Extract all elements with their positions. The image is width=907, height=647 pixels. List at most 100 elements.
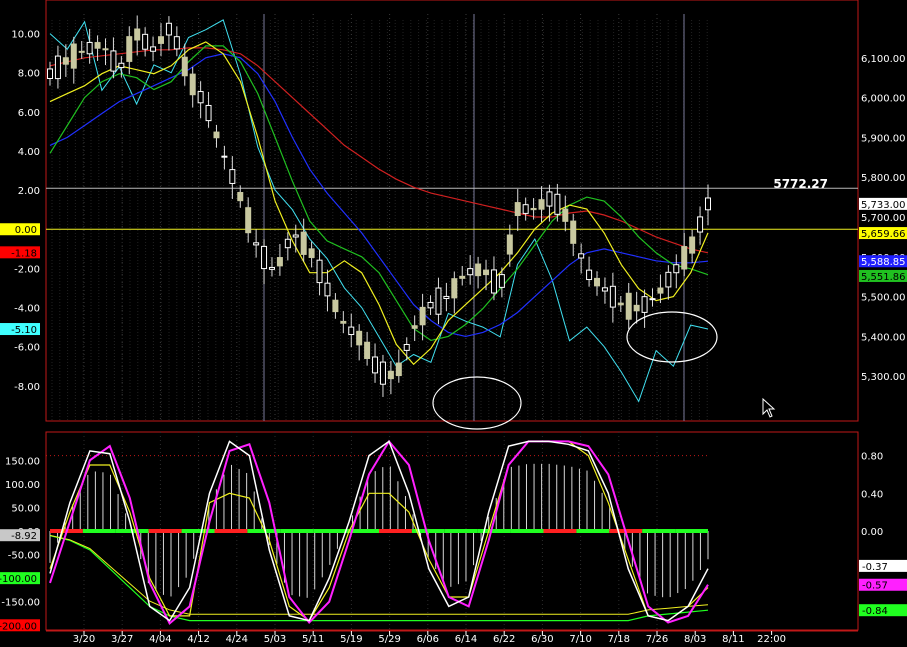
left-value-marker-label: -5.10 bbox=[11, 325, 37, 336]
price-left-tick-label: -6.00 bbox=[14, 343, 40, 354]
candle-body bbox=[261, 245, 268, 270]
candle-body bbox=[554, 193, 561, 215]
candle-body bbox=[387, 370, 394, 380]
candle-body bbox=[276, 257, 283, 267]
candle-body bbox=[538, 199, 545, 210]
candle-body bbox=[530, 207, 537, 211]
candle-body bbox=[47, 68, 53, 79]
candle-body bbox=[324, 282, 331, 297]
candle-body bbox=[490, 269, 497, 294]
candle-body bbox=[356, 330, 363, 346]
candle-body bbox=[237, 192, 244, 202]
candle-body bbox=[570, 220, 577, 244]
candle-body bbox=[403, 343, 410, 351]
candle-body bbox=[118, 62, 125, 69]
price-left-tick-label: -2.00 bbox=[14, 264, 40, 275]
candle-body bbox=[601, 287, 608, 292]
x-tick-label: 22:00 bbox=[757, 634, 786, 645]
candle-body bbox=[705, 197, 711, 211]
x-tick-label: 4/12 bbox=[187, 634, 209, 645]
candle-body bbox=[348, 326, 355, 336]
candle-body bbox=[506, 234, 513, 255]
candle-body bbox=[142, 33, 149, 50]
x-tick-label: 6/14 bbox=[455, 634, 477, 645]
candle-body bbox=[102, 48, 109, 51]
stoch-right-tick-label: 0.80 bbox=[861, 452, 883, 463]
price-right-axis: 6,100.00 6,000.00 5,900.00 5,800.00 5,700.00… bbox=[861, 54, 906, 383]
candle-body bbox=[165, 22, 172, 36]
candle-body bbox=[316, 259, 323, 284]
candle-body bbox=[340, 320, 347, 324]
candle-body bbox=[451, 278, 458, 299]
candle-body bbox=[665, 271, 672, 288]
stoch-left-tick-label: -150.00 bbox=[1, 598, 40, 609]
price-right-tick-label: 5,400.00 bbox=[861, 332, 906, 343]
candle-body bbox=[78, 50, 85, 53]
candle-body bbox=[435, 287, 442, 315]
price-right-tick-label: 5,900.00 bbox=[861, 133, 906, 144]
x-tick-label: 5/29 bbox=[378, 634, 400, 645]
x-tick-label: 4/24 bbox=[226, 634, 248, 645]
candle-body bbox=[268, 266, 275, 270]
candle-body bbox=[110, 50, 117, 72]
stoch-right-value-marker-label: -0.84 bbox=[862, 606, 888, 617]
x-tick-label: 3/20 bbox=[73, 634, 95, 645]
x-tick-label: 6/22 bbox=[493, 634, 515, 645]
x-tick-label: 8/03 bbox=[684, 634, 706, 645]
candle-body bbox=[617, 302, 624, 306]
candle-body bbox=[62, 57, 69, 65]
price-left-tick-label: -8.00 bbox=[14, 382, 40, 393]
candle-body bbox=[498, 274, 505, 288]
candle-body bbox=[681, 246, 688, 270]
x-tick-label: 3/27 bbox=[111, 634, 133, 645]
stoch-right-tick-label: 0.40 bbox=[861, 489, 883, 500]
stoch-left-value-marker-label: -8.92 bbox=[11, 531, 37, 542]
candle-body bbox=[245, 207, 252, 234]
x-tick-label: 5/19 bbox=[340, 634, 362, 645]
candle-body bbox=[522, 204, 529, 214]
stoch-right-value-marker-label: -0.37 bbox=[862, 562, 888, 573]
right-value-marker-label: 5,588.85 bbox=[861, 257, 906, 268]
candle-body bbox=[546, 191, 553, 207]
price-left-tick-label: 4.00 bbox=[18, 147, 40, 158]
candle-body bbox=[86, 41, 93, 55]
candle-body bbox=[197, 91, 204, 104]
x-tick-label: 7/18 bbox=[608, 634, 630, 645]
candle-body bbox=[221, 155, 228, 158]
candle-body bbox=[173, 36, 180, 50]
right-value-marker-label: 5,551.86 bbox=[861, 272, 906, 283]
price-right-tick-label: 6,100.00 bbox=[861, 54, 906, 65]
candle-body bbox=[213, 131, 220, 139]
x-tick-label: 8/11 bbox=[722, 634, 744, 645]
candle-body bbox=[379, 361, 386, 385]
stoch-right-value-marker-label: -0.57 bbox=[862, 581, 888, 592]
candle-body bbox=[70, 43, 77, 69]
candle-body bbox=[459, 275, 466, 279]
candle-body bbox=[253, 242, 260, 246]
candle-body bbox=[514, 202, 521, 217]
candle-body bbox=[229, 169, 236, 184]
price-right-tick-label: 5,700.00 bbox=[861, 213, 906, 224]
x-tick-label: 6/30 bbox=[531, 634, 553, 645]
candle-body bbox=[467, 268, 474, 276]
candle-body bbox=[689, 236, 696, 254]
candle-body bbox=[395, 362, 402, 377]
candle-body bbox=[332, 299, 339, 313]
candle-body bbox=[641, 296, 648, 313]
price-right-tick-label: 6,000.00 bbox=[861, 94, 906, 105]
candle-body bbox=[609, 285, 616, 308]
stoch-left-tick-label: -50.00 bbox=[8, 551, 40, 562]
price-left-tick-label: 2.00 bbox=[18, 186, 40, 197]
stoch-right-tick-label: 0.00 bbox=[861, 527, 883, 538]
candle-body bbox=[300, 231, 307, 255]
candle-body bbox=[150, 46, 157, 52]
candle-body bbox=[673, 264, 680, 274]
horizontal-line-label: 5772.27 bbox=[773, 177, 828, 191]
candle-body bbox=[54, 55, 61, 80]
candle-body bbox=[126, 36, 133, 62]
candle-body bbox=[586, 269, 593, 281]
candle-body bbox=[94, 42, 101, 49]
candle-body bbox=[483, 269, 490, 276]
stoch-left-value-marker-label: -200.00 bbox=[0, 621, 37, 632]
candle-body bbox=[308, 248, 315, 258]
